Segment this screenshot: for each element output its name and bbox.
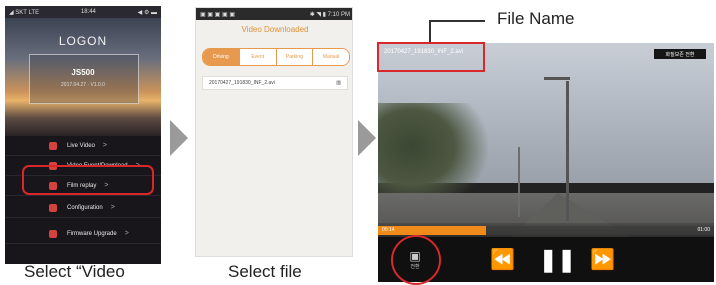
list-item[interactable]: 20170427_191830_INF_2.avi ▥ (202, 76, 348, 90)
tab-event[interactable]: Event (238, 49, 276, 65)
file-name: 20170427_191830_INF_2.avi (209, 80, 275, 86)
callout-line (429, 20, 485, 22)
notification-icons: ▣ ▣ ▣ ▣ ▣ (200, 11, 236, 18)
video-frame-streetlight-arm (544, 77, 570, 80)
chevron-right-icon: > (102, 142, 108, 149)
pause-icon[interactable]: ❚❚ (539, 247, 576, 273)
live-video-icon (49, 141, 57, 150)
highlight-file-name (377, 42, 485, 72)
page-title: Video Downloaded (241, 25, 309, 34)
video-frame-pole (518, 147, 520, 217)
quality-toggle-button[interactable]: 화질보존 전환 (654, 49, 706, 59)
carrier-text: ◢ SKT LTE (9, 9, 40, 16)
menu-item-configuration[interactable]: Configuration > (5, 198, 161, 218)
device-info: 2017.04.27 · V1.0.0 (61, 82, 105, 88)
chevron-right-icon: > (110, 204, 115, 211)
gear-icon (49, 203, 57, 212)
caption-step2: Select file (228, 262, 302, 281)
callout-line (429, 20, 431, 42)
menu-item-live-video[interactable]: Live Video > (5, 136, 161, 156)
callout-file-name-label: File Name (497, 9, 575, 28)
phone-main-menu: ◢ SKT LTE 18:44 ◀ ⚙ ▬ LOGON JS500 2017.0… (5, 6, 161, 264)
device-card[interactable] (29, 54, 139, 104)
step-arrow-icon (170, 120, 188, 156)
main-menu: Live Video > Video Event/Download > Film… (5, 136, 161, 264)
video-frame-streetlight (566, 81, 569, 221)
menu-item-firmware-upgrade[interactable]: Firmware Upgrade > (5, 224, 161, 244)
tab-driving[interactable]: Driving (203, 49, 239, 65)
upgrade-icon (49, 229, 57, 238)
status-icons: ✱ ◥ ▮ 7:10 PM (309, 11, 350, 18)
device-model: JS500 (71, 68, 95, 77)
clock-text: 18:44 (80, 9, 96, 15)
menu-item-label: Configuration (67, 204, 103, 211)
category-tabs: Driving Event Parking Manual (202, 48, 350, 66)
file-menu-icon[interactable]: ▥ (336, 80, 341, 86)
rewind-icon[interactable]: ⏪ (490, 247, 515, 272)
step-arrow-icon (358, 120, 376, 156)
phone-video-list: ▣ ▣ ▣ ▣ ▣ ✱ ◥ ▮ 7:10 PM Video Downloaded… (195, 7, 353, 257)
app-logo: LOGON (58, 34, 108, 48)
status-bar: ▣ ▣ ▣ ▣ ▣ ✱ ◥ ▮ 7:10 PM (196, 8, 352, 20)
time-current: 00:14 (382, 227, 395, 233)
status-icons: ◀ ⚙ ▬ (137, 9, 157, 16)
caption-step1: Select “Video (24, 262, 125, 281)
highlight-film-replay (22, 165, 154, 195)
menu-item-label: Live Video (67, 142, 95, 149)
forward-icon[interactable]: ⏩ (590, 247, 615, 272)
menu-item-label: Firmware Upgrade (67, 230, 117, 237)
tab-manual[interactable]: Manual (312, 49, 349, 65)
highlight-save-button (391, 235, 441, 285)
tab-parking[interactable]: Parking (275, 49, 313, 65)
time-total: 01:00 (697, 227, 710, 233)
status-bar: ◢ SKT LTE 18:44 ◀ ⚙ ▬ (5, 6, 161, 18)
chevron-right-icon: > (124, 230, 129, 237)
